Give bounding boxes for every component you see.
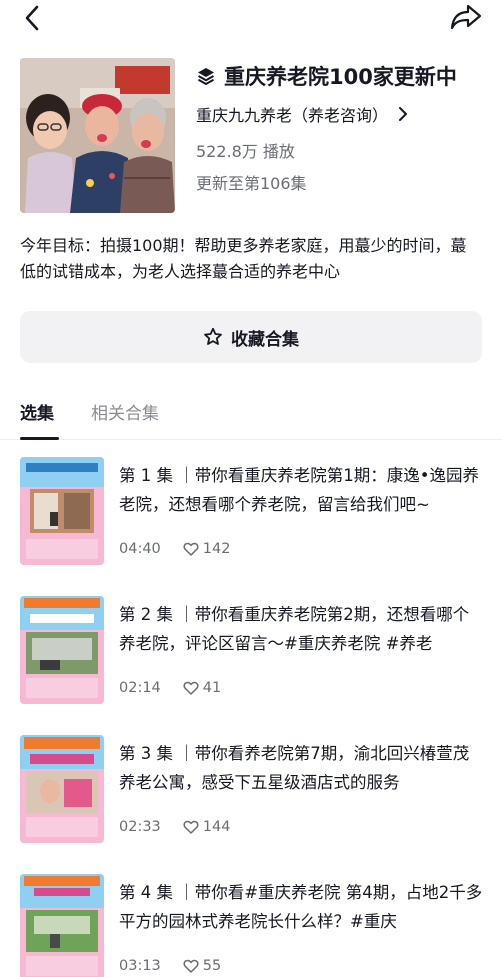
episode-title: 第 4 集 ｜带你看#重庆养老院 第4期，占地2千多平方的园林式养老院长什么样？…: [119, 883, 483, 931]
collect-button[interactable]: 收藏合集: [20, 311, 482, 363]
episode-thumbnail: [20, 596, 104, 704]
author-name: 重庆九九养老（养老咨询）: [196, 106, 389, 125]
cover-photo: [20, 58, 175, 213]
collection-cover-image: [20, 58, 175, 213]
collection-description: 今年目标：拍摄100期！帮助更多养老家庭，用蕞少的时间，蕞低的试错成本，为老人选…: [20, 236, 467, 281]
heart-icon: [183, 541, 199, 557]
tab-related-collections[interactable]: 相关合集: [91, 399, 159, 424]
chevron-right-icon: [398, 107, 412, 121]
episode-item[interactable]: 第 1 集 ｜带你看重庆养老院第1期：康逸•逸园养老院，还想看哪个养老院，留言给…: [0, 457, 502, 565]
episode-title: 第 1 集 ｜带你看重庆养老院第1期：康逸•逸园养老院，还想看哪个养老院，留言给…: [119, 466, 479, 514]
like-count: 55: [202, 958, 222, 974]
episode-thumbnail: [20, 874, 104, 977]
stack-layers-icon: [196, 66, 216, 86]
heart-icon: [183, 680, 199, 696]
collection-title: 重庆养老院100家更新中: [224, 65, 457, 89]
active-tab-indicator: [20, 437, 59, 440]
like-count: 142: [202, 541, 231, 557]
episode-likes: 144: [183, 819, 231, 835]
back-button[interactable]: [18, 4, 46, 32]
tab-bar: 选集 相关合集: [0, 395, 502, 440]
update-status: 更新至第106集: [196, 174, 307, 193]
author-link[interactable]: 重庆九九养老（养老咨询）: [196, 100, 496, 128]
chevron-left-icon: [25, 5, 39, 31]
episode-item[interactable]: 第 3 集 ｜带你看养老院第7期，渝北回兴椿萱茂养老公寓，感受下五星级酒店式的服…: [0, 735, 502, 843]
episode-likes: 55: [183, 958, 221, 974]
heart-icon: [183, 958, 199, 974]
episode-meta: 02:14 41: [119, 680, 221, 696]
like-count: 144: [202, 819, 231, 835]
episode-likes: 41: [183, 680, 221, 696]
episode-title: 第 2 集 ｜带你看重庆养老院第2期，还想看哪个养老院，评论区留言～#重庆养老院…: [119, 605, 470, 653]
episode-item[interactable]: 第 2 集 ｜带你看重庆养老院第2期，还想看哪个养老院，评论区留言～#重庆养老院…: [0, 596, 502, 704]
episode-duration: 04:40: [119, 541, 161, 557]
top-bar: [0, 0, 502, 40]
episode-meta: 03:13 55: [119, 958, 221, 974]
heart-icon: [183, 819, 199, 835]
share-arrow-icon: [450, 4, 482, 30]
share-button[interactable]: [448, 2, 484, 32]
like-count: 41: [202, 680, 222, 696]
episode-item[interactable]: 第 4 集 ｜带你看#重庆养老院 第4期，占地2千多平方的园林式养老院长什么样？…: [0, 874, 502, 977]
collection-info: 重庆养老院100家更新中 重庆九九养老（养老咨询） 522.8万 播放 更新至第…: [196, 58, 496, 193]
episode-meta: 04:40 142: [119, 541, 230, 557]
episode-duration: 02:33: [119, 819, 161, 835]
collect-button-label: 收藏合集: [231, 329, 299, 350]
tab-episodes[interactable]: 选集: [20, 399, 54, 424]
episode-meta: 02:33 144: [119, 819, 230, 835]
episode-duration: 03:13: [119, 958, 161, 974]
episode-thumbnail: [20, 457, 104, 565]
episode-likes: 142: [183, 541, 231, 557]
episode-thumbnail: [20, 735, 104, 843]
star-outline-icon: [203, 327, 223, 347]
episode-title: 第 3 集 ｜带你看养老院第7期，渝北回兴椿萱茂养老公寓，感受下五星级酒店式的服…: [119, 744, 470, 792]
title-row: 重庆养老院100家更新中: [196, 58, 496, 94]
play-count: 522.8万 播放: [196, 142, 295, 161]
episode-duration: 02:14: [119, 680, 161, 696]
